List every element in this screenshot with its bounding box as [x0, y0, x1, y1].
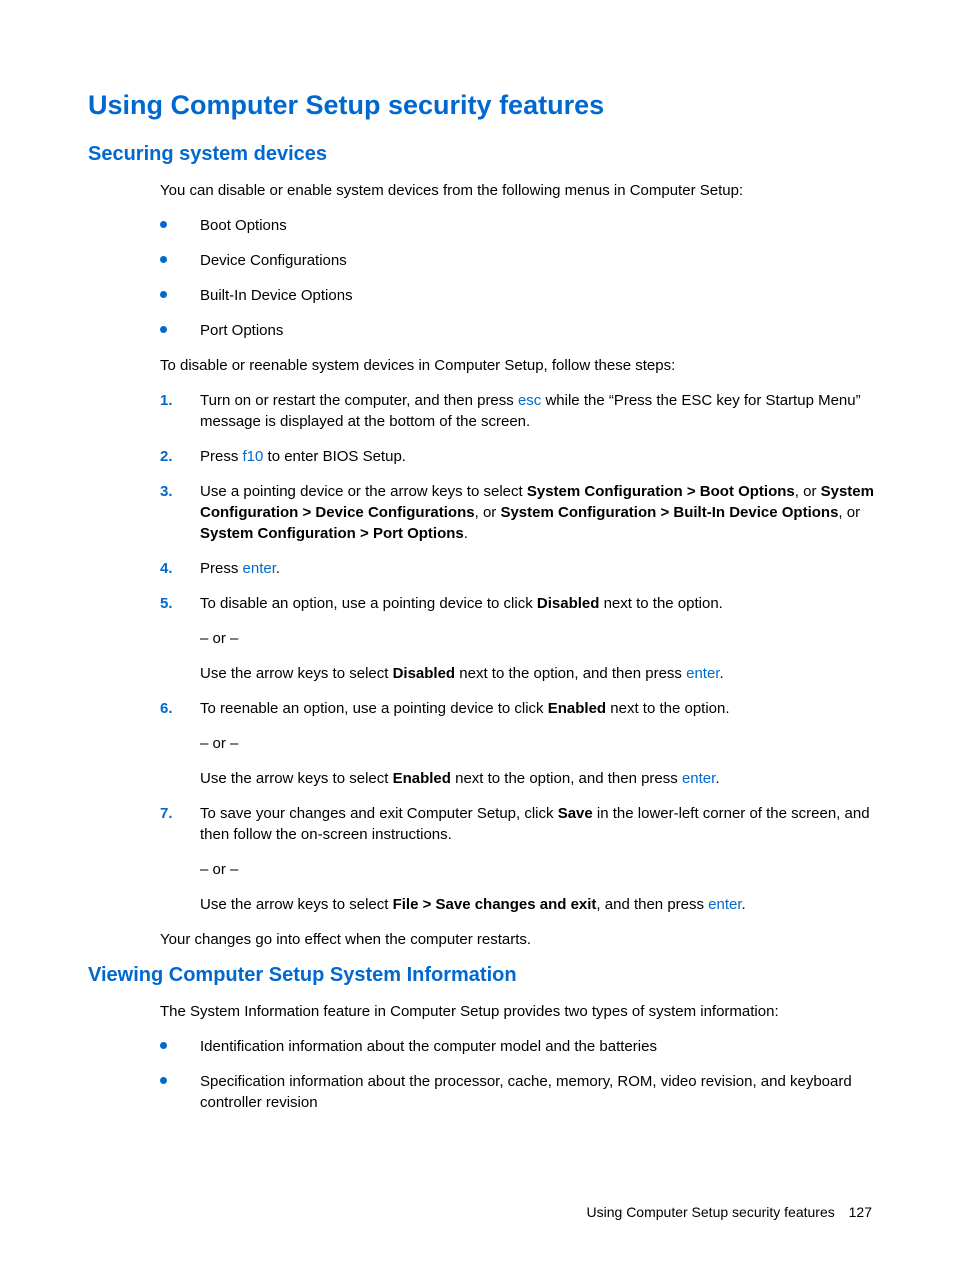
bold-text: Enabled: [548, 700, 606, 717]
step-item: 2. Press f10 to enter BIOS Setup.: [160, 446, 884, 467]
or-text: – or –: [200, 733, 884, 754]
bold-text: System Configuration > Port Options: [200, 525, 464, 542]
bold-text: System Configuration > Boot Options: [527, 483, 795, 500]
sub-paragraph: Use the arrow keys to select Disabled ne…: [200, 663, 884, 684]
step-text: Press: [200, 448, 243, 465]
footer-text: Using Computer Setup security features: [587, 1204, 835, 1220]
step-number: 4.: [160, 558, 173, 579]
step-text: next to the option.: [606, 700, 729, 717]
key-label: esc: [518, 392, 541, 409]
step-text: , or: [475, 504, 501, 521]
step-item: 3. Use a pointing device or the arrow ke…: [160, 481, 884, 544]
step-number: 3.: [160, 481, 173, 502]
sub-paragraph: Use the arrow keys to select Enabled nex…: [200, 768, 884, 789]
step-item: 5. To disable an option, use a pointing …: [160, 593, 884, 684]
list-item: Port Options: [160, 320, 884, 341]
step-number: 2.: [160, 446, 173, 467]
key-label: enter: [686, 665, 719, 682]
step-item: 7. To save your changes and exit Compute…: [160, 803, 884, 915]
step-number: 7.: [160, 803, 173, 824]
page-title: Using Computer Setup security features: [88, 90, 884, 121]
step-text: Use the arrow keys to select: [200, 665, 393, 682]
step-text: Use the arrow keys to select: [200, 896, 393, 913]
key-label: enter: [682, 770, 715, 787]
step-text: , or: [795, 483, 821, 500]
step-text: .: [719, 665, 723, 682]
step-item: 1. Turn on or restart the computer, and …: [160, 390, 884, 432]
intro-paragraph: You can disable or enable system devices…: [160, 180, 884, 201]
sub-paragraph: Use the arrow keys to select File > Save…: [200, 894, 884, 915]
section-heading-securing: Securing system devices: [88, 143, 884, 166]
step-text: .: [715, 770, 719, 787]
page-number: 127: [849, 1204, 872, 1220]
step-text: next to the option.: [599, 595, 722, 612]
step-item: 6. To reenable an option, use a pointing…: [160, 698, 884, 789]
bold-text: System Configuration > Built-In Device O…: [500, 504, 838, 521]
step-text: .: [276, 560, 280, 577]
or-text: – or –: [200, 628, 884, 649]
list-item: Built-In Device Options: [160, 285, 884, 306]
key-label: f10: [243, 448, 264, 465]
list-item: Device Configurations: [160, 250, 884, 271]
step-text: Use a pointing device or the arrow keys …: [200, 483, 527, 500]
step-text: to enter BIOS Setup.: [263, 448, 406, 465]
page-footer: Using Computer Setup security features 1…: [587, 1204, 872, 1220]
key-label: enter: [708, 896, 741, 913]
bold-text: Disabled: [393, 665, 456, 682]
bold-text: Disabled: [537, 595, 600, 612]
step-number: 6.: [160, 698, 173, 719]
step-text: , and then press: [596, 896, 708, 913]
step-item: 4. Press enter.: [160, 558, 884, 579]
step-number: 5.: [160, 593, 173, 614]
step-text: Use the arrow keys to select: [200, 770, 393, 787]
key-label: enter: [243, 560, 276, 577]
step-text: , or: [838, 504, 860, 521]
step-text: next to the option, and then press: [455, 665, 686, 682]
step-text: To reenable an option, use a pointing de…: [200, 700, 548, 717]
step-number: 1.: [160, 390, 173, 411]
section-heading-viewing: Viewing Computer Setup System Informatio…: [88, 964, 884, 987]
list-item: Boot Options: [160, 215, 884, 236]
steps-list: 1. Turn on or restart the computer, and …: [160, 390, 884, 915]
list-item: Specification information about the proc…: [160, 1071, 884, 1113]
document-page: Using Computer Setup security features S…: [0, 0, 954, 1177]
list-item: Identification information about the com…: [160, 1036, 884, 1057]
bold-text: File > Save changes and exit: [393, 896, 597, 913]
step-text: .: [464, 525, 468, 542]
step-text: To save your changes and exit Computer S…: [200, 805, 558, 822]
bullet-list: Boot Options Device Configurations Built…: [160, 215, 884, 341]
intro-paragraph: The System Information feature in Comput…: [160, 1001, 884, 1022]
step-text: next to the option, and then press: [451, 770, 682, 787]
step-text: To disable an option, use a pointing dev…: [200, 595, 537, 612]
step-text: Press: [200, 560, 243, 577]
step-text: Turn on or restart the computer, and the…: [200, 392, 518, 409]
bold-text: Save: [558, 805, 593, 822]
bold-text: Enabled: [393, 770, 451, 787]
step-text: .: [742, 896, 746, 913]
intro-paragraph: To disable or reenable system devices in…: [160, 355, 884, 376]
or-text: – or –: [200, 859, 884, 880]
outro-paragraph: Your changes go into effect when the com…: [160, 929, 884, 950]
bullet-list: Identification information about the com…: [160, 1036, 884, 1113]
